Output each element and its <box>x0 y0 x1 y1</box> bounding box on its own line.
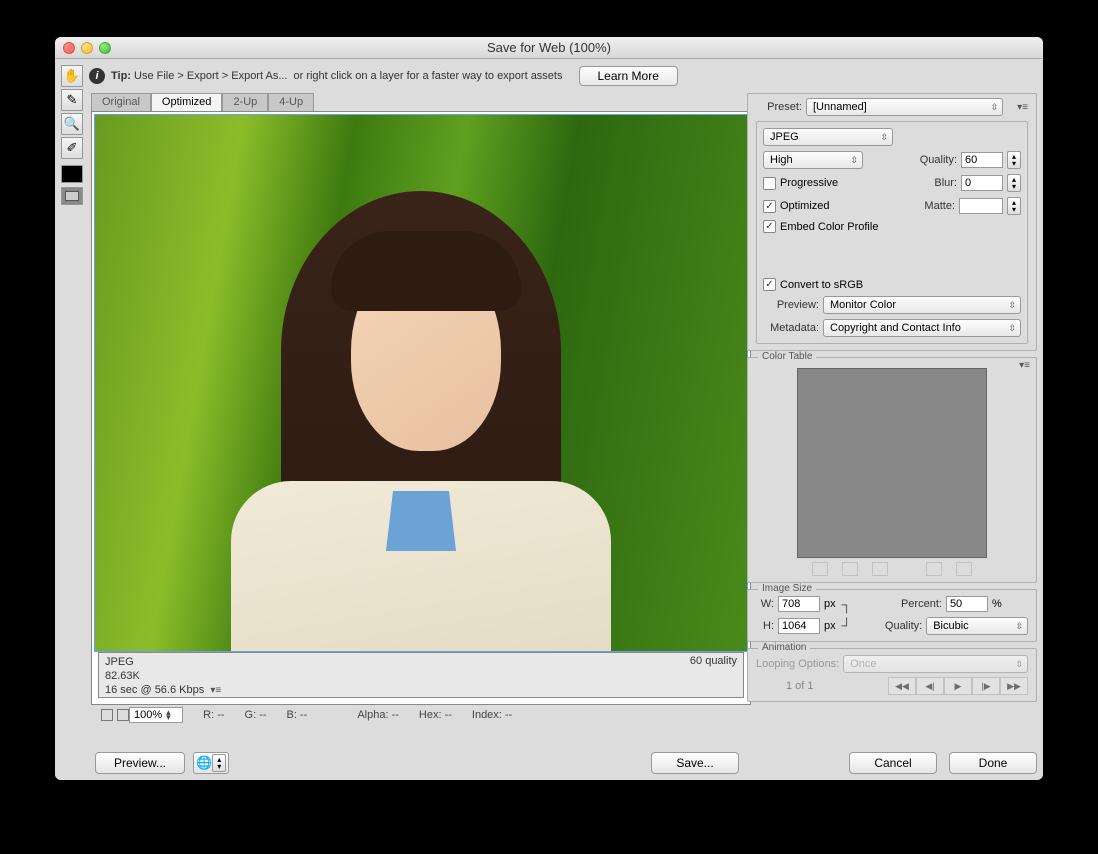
grid-toggle2-icon[interactable] <box>117 709 129 721</box>
preview-profile-select[interactable]: Monitor Color <box>823 296 1021 314</box>
done-button[interactable]: Done <box>949 752 1037 774</box>
status-index: Index: -- <box>472 709 512 721</box>
eyedropper-tool-icon[interactable]: ✐ <box>61 137 83 159</box>
preset-section: Preset: [Unnamed] ▾≡ JPEG High Quality: … <box>747 93 1037 351</box>
ct-new-icon[interactable] <box>926 562 942 576</box>
matte-stepper[interactable]: ▴▾ <box>1007 197 1021 215</box>
matte-color-swatch[interactable] <box>959 198 1003 214</box>
hand-tool-icon[interactable]: ✋ <box>61 65 83 87</box>
info-size: 82.63K <box>105 669 221 683</box>
height-input[interactable] <box>778 618 820 634</box>
metadata-select[interactable]: Copyright and Contact Info <box>823 319 1021 337</box>
foreground-color-swatch[interactable] <box>61 165 83 183</box>
preview-panel: JPEG 82.63K 16 sec @ 56.6 Kbps ▾≡ 60 qua… <box>91 111 751 705</box>
play-icon: ▶ <box>944 677 972 695</box>
save-button[interactable]: Save... <box>651 752 739 774</box>
blur-stepper[interactable]: ▴▾ <box>1007 174 1021 192</box>
progressive-checkbox[interactable]: Progressive <box>763 177 838 190</box>
last-frame-icon: ▶▶ <box>1000 677 1028 695</box>
grid-toggle-icon[interactable] <box>101 709 113 721</box>
preset-select[interactable]: [Unnamed] <box>806 98 1003 116</box>
info-time: 16 sec @ 56.6 Kbps <box>105 684 204 696</box>
zoom-select[interactable]: 100%▴▾ <box>129 707 183 723</box>
link-dimensions-icon[interactable]: ┐ <box>842 596 852 612</box>
slice-select-tool-icon[interactable]: ✎ <box>61 89 83 111</box>
color-table-menu-icon[interactable]: ▾≡ <box>1019 360 1030 371</box>
status-hex: Hex: -- <box>419 709 452 721</box>
quality-stepper[interactable]: ▴▾ <box>1007 151 1021 169</box>
width-input[interactable] <box>778 596 820 612</box>
next-frame-icon: |▶ <box>972 677 1000 695</box>
percent-input[interactable] <box>946 596 988 612</box>
preview-info-bar: JPEG 82.63K 16 sec @ 56.6 Kbps ▾≡ 60 qua… <box>98 652 744 698</box>
info-icon: i <box>89 68 105 84</box>
tab-2up[interactable]: 2-Up <box>222 93 268 111</box>
info-quality: 60 quality <box>690 655 737 695</box>
looping-select: Once <box>843 655 1028 673</box>
convert-srgb-checkbox[interactable]: ✓Convert to sRGB <box>763 278 863 291</box>
ct-trash-icon[interactable] <box>956 562 972 576</box>
color-table[interactable] <box>797 368 987 558</box>
first-frame-icon: ◀◀ <box>888 677 916 695</box>
optimized-checkbox[interactable]: ✓Optimized <box>763 200 830 213</box>
tab-original[interactable]: Original <box>91 93 151 111</box>
preset-menu-icon[interactable]: ▾≡ <box>1017 102 1028 113</box>
preview-tabs: Original Optimized 2-Up 4-Up <box>91 93 751 111</box>
prev-frame-icon: ◀| <box>916 677 944 695</box>
blur-input[interactable] <box>961 175 1003 191</box>
titlebar[interactable]: Save for Web (100%) <box>55 37 1043 59</box>
zoom-tool-icon[interactable]: 🔍 <box>61 113 83 135</box>
color-table-section: Color Table ▾≡ <box>747 357 1037 583</box>
window-title: Save for Web (100%) <box>55 40 1043 55</box>
tool-strip: ✋ ✎ 🔍 ✐ <box>61 65 85 205</box>
image-size-section: Image Size W: px ┐ Percent: % H: px ┘ <box>747 589 1037 642</box>
tab-4up[interactable]: 4-Up <box>268 93 314 111</box>
ct-lock-icon[interactable] <box>872 562 888 576</box>
cancel-button[interactable]: Cancel <box>849 752 937 774</box>
status-r: R: -- <box>203 709 224 721</box>
preview-button[interactable]: Preview... <box>95 752 185 774</box>
tip-bar: i Tip: Use File > Export > Export As... … <box>89 65 743 87</box>
ct-snap-icon[interactable] <box>812 562 828 576</box>
image-preview[interactable] <box>94 114 748 652</box>
bandwidth-menu-icon[interactable]: ▾≡ <box>210 685 221 696</box>
learn-more-button[interactable]: Learn More <box>579 66 678 86</box>
save-for-web-dialog: Save for Web (100%) ✋ ✎ 🔍 ✐ i Tip: Use F… <box>55 37 1043 780</box>
status-g: G: -- <box>245 709 267 721</box>
resample-quality-select[interactable]: Bicubic <box>926 617 1028 635</box>
status-alpha: Alpha: -- <box>357 709 399 721</box>
status-b: B: -- <box>287 709 308 721</box>
browser-preview-icon[interactable]: 🌐▴▾ <box>193 752 229 774</box>
animation-section: Animation Looping Options: Once 1 of 1 ◀… <box>747 648 1037 702</box>
status-bar: 100%▴▾ R: -- G: -- B: -- Alpha: -- Hex: … <box>91 705 751 725</box>
link-dimensions-icon2[interactable]: ┘ <box>842 617 852 633</box>
info-format: JPEG <box>105 655 221 669</box>
quality-input[interactable] <box>961 152 1003 168</box>
embed-profile-checkbox[interactable]: ✓Embed Color Profile <box>763 220 878 233</box>
format-select[interactable]: JPEG <box>763 128 893 146</box>
toggle-slices-icon[interactable] <box>61 187 83 205</box>
quality-preset-select[interactable]: High <box>763 151 863 169</box>
frame-counter: 1 of 1 <box>786 680 814 692</box>
ct-cube-icon[interactable] <box>842 562 858 576</box>
tab-optimized[interactable]: Optimized <box>151 93 223 111</box>
